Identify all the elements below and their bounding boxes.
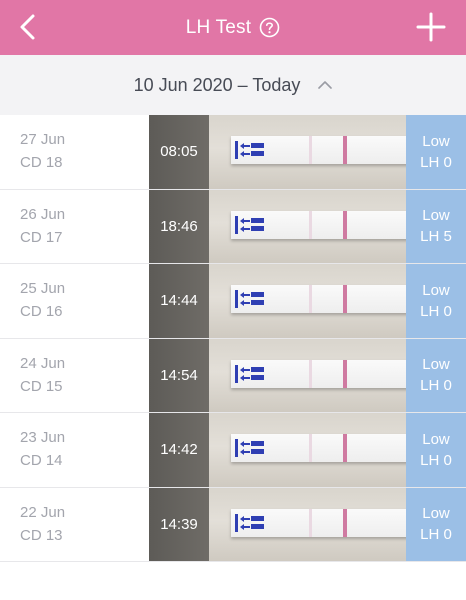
strip-photo (209, 413, 410, 487)
page-title: LH Test (185, 16, 252, 38)
test-strip-thumbnail[interactable]: 18:46 Low LH 5 (149, 189, 466, 263)
cycle-day: CD 17 (20, 228, 63, 246)
result-lh-value: LH 0 (420, 377, 452, 395)
cycle-day: CD 16 (20, 303, 63, 320)
test-date: 23 Jun (20, 429, 66, 446)
test-strip (231, 359, 410, 388)
test-time: 14:39 (160, 515, 198, 533)
test-list: 27 Jun CD 18 08:05 Low LH 0 26 Jun CD 17 18:46 L… (0, 115, 466, 562)
max-arrow-marking (235, 513, 264, 532)
test-row[interactable]: 27 Jun CD 18 08:05 Low LH 0 (0, 115, 466, 190)
test-date: 25 Jun (20, 280, 66, 297)
test-time: 14:42 (160, 441, 198, 459)
result-lh-value: LH 0 (420, 302, 452, 320)
test-date: 22 Jun (20, 503, 66, 521)
app-header: LH Test (0, 0, 466, 55)
time-overlay: 14:54 (149, 338, 209, 412)
max-arrow-marking (235, 364, 264, 383)
test-row[interactable]: 26 Jun CD 17 18:46 Low LH 5 (0, 189, 466, 264)
time-overlay: 14:42 (149, 413, 209, 487)
test-strip-thumbnail[interactable]: 14:44 Low LH 0 (149, 264, 466, 338)
test-row[interactable]: 23 Jun CD 14 14:42 Low LH 0 (0, 413, 466, 488)
max-arrow-marking (235, 215, 264, 234)
test-row[interactable]: 25 Jun CD 16 14:44 Low LH 0 (0, 264, 466, 339)
test-time: 08:05 (160, 143, 198, 161)
time-overlay: 14:44 (149, 264, 209, 338)
test-line (309, 508, 312, 537)
title-group: LH Test (0, 0, 466, 55)
test-date: 27 Jun (20, 131, 66, 148)
cycle-day: CD 18 (20, 154, 63, 171)
max-arrow-marking (235, 439, 264, 457)
result-lh-value: LH 0 (420, 153, 452, 171)
result-overlay: Low LH 5 (406, 189, 466, 263)
control-line (343, 508, 347, 537)
test-time: 14:54 (160, 366, 198, 384)
test-strip (231, 508, 410, 537)
control-line (343, 210, 347, 239)
result-overlay: Low LH 0 (406, 115, 466, 189)
result-level: Low (422, 132, 450, 150)
test-strip (231, 136, 410, 164)
test-line (309, 136, 312, 164)
cycle-day: CD 14 (20, 452, 63, 469)
result-level: Low (422, 430, 450, 448)
date-range-selector[interactable]: 10 Jun 2020 – Today (0, 55, 466, 115)
control-line (343, 359, 347, 388)
test-row[interactable]: 22 Jun CD 13 14:39 Low LH 0 (0, 487, 466, 562)
result-level: Low (422, 281, 450, 299)
result-level: Low (422, 356, 450, 374)
test-strip-thumbnail[interactable]: 14:39 Low LH 0 (149, 487, 466, 561)
result-overlay: Low LH 0 (406, 264, 466, 338)
cycle-day: CD 15 (20, 377, 63, 395)
date-range-label: 10 Jun 2020 – Today (133, 74, 301, 95)
time-overlay: 08:05 (149, 115, 209, 189)
question-circle-icon[interactable] (259, 17, 280, 38)
control-line (343, 136, 347, 164)
control-line (343, 285, 347, 313)
chevron-up-icon (318, 81, 333, 89)
test-line (309, 359, 312, 388)
control-line (343, 434, 347, 462)
max-arrow-marking (235, 141, 264, 159)
test-time: 14:44 (160, 292, 198, 310)
test-strip (231, 434, 410, 462)
cycle-day: CD 13 (20, 526, 63, 544)
test-date: 24 Jun (20, 354, 66, 372)
plus-icon[interactable] (416, 12, 446, 42)
strip-photo (209, 338, 410, 412)
result-level: Low (422, 207, 450, 225)
test-line (309, 210, 312, 239)
time-overlay: 14:39 (149, 487, 209, 561)
result-overlay: Low LH 0 (406, 487, 466, 561)
test-date: 26 Jun (20, 205, 66, 223)
time-overlay: 18:46 (149, 189, 209, 263)
result-overlay: Low LH 0 (406, 338, 466, 412)
result-level: Low (422, 505, 450, 523)
test-strip-thumbnail[interactable]: 14:42 Low LH 0 (149, 413, 466, 487)
test-strip-thumbnail[interactable]: 14:54 Low LH 0 (149, 338, 466, 412)
strip-photo (209, 189, 410, 263)
test-strip (231, 285, 410, 313)
test-strip-thumbnail[interactable]: 08:05 Low LH 0 (149, 115, 466, 189)
strip-photo (209, 115, 410, 189)
test-time: 18:46 (160, 217, 198, 235)
result-lh-value: LH 0 (420, 526, 452, 544)
max-arrow-marking (235, 290, 264, 308)
test-row[interactable]: 24 Jun CD 15 14:54 Low LH 0 (0, 338, 466, 413)
result-overlay: Low LH 0 (406, 413, 466, 487)
strip-photo (209, 487, 410, 561)
result-lh-value: LH 0 (420, 451, 452, 469)
chevron-left-icon[interactable] (14, 12, 42, 42)
strip-photo (209, 264, 410, 338)
result-lh-value: LH 5 (420, 228, 452, 246)
test-line (309, 285, 312, 313)
test-strip (231, 210, 410, 239)
test-line (309, 434, 312, 462)
